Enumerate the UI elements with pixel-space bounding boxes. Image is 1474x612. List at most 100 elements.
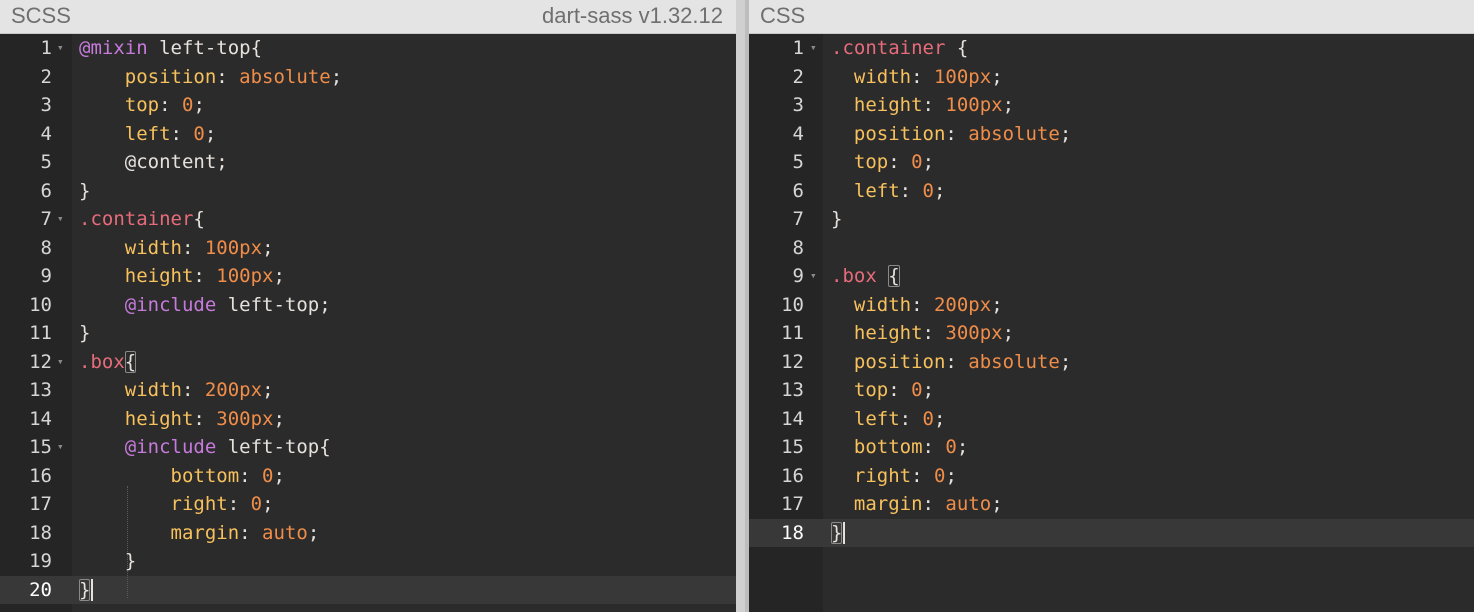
value-token: 0: [922, 407, 934, 430]
plain-token: :: [888, 379, 912, 401]
plain-token: }: [79, 179, 91, 202]
code-line[interactable]: 9 ▾ .box {: [749, 262, 1474, 291]
compiler-version-label[interactable]: dart-sass v1.32.12: [542, 3, 723, 29]
plain-token: :: [911, 464, 934, 487]
plain-token: ;: [1059, 350, 1072, 373]
line-number: 3: [40, 94, 52, 116]
code-text: right: 0;: [79, 490, 274, 519]
property-token: height: [124, 265, 194, 287]
code-line[interactable]: 1 ▾ .container {: [749, 34, 1474, 63]
scss-code-lines[interactable]: 1 ▾ @mixin left-top{2 position: absolute; 3…: [0, 34, 736, 612]
property-token: top: [124, 94, 160, 116]
keyword-token: @mixin: [79, 37, 148, 59]
chevron-down-icon[interactable]: ▾: [57, 433, 64, 462]
code-line[interactable]: 15 bottom: 0;: [749, 433, 1474, 462]
value-token: 0: [262, 464, 274, 487]
plain-token: ;: [204, 122, 217, 145]
scss-pane: SCSS dart-sass v1.32.12 1 ▾ @mixin left-to…: [0, 0, 736, 612]
code-line[interactable]: 17 margin: auto;: [749, 490, 1474, 519]
code-line[interactable]: 12 ▾ .box{: [0, 348, 736, 377]
css-editor[interactable]: 1 ▾ .container {2 width: 100px; 3 height: 1…: [749, 34, 1474, 612]
plain-token: }: [79, 550, 137, 572]
line-number: 11: [29, 322, 52, 344]
code-line[interactable]: 11 height: 300px;: [749, 319, 1474, 348]
code-line[interactable]: 8: [749, 234, 1474, 263]
property-token: width: [124, 236, 182, 259]
code-line[interactable]: 16 bottom: 0;: [0, 462, 736, 491]
chevron-down-icon[interactable]: ▾: [810, 262, 817, 291]
code-line[interactable]: 18 margin: auto;: [0, 519, 736, 548]
code-line[interactable]: 6}: [0, 177, 736, 206]
code-line[interactable]: 2 width: 100px;: [749, 63, 1474, 92]
code-line[interactable]: 7}: [749, 205, 1474, 234]
code-line[interactable]: 4 left: 0;: [0, 120, 736, 149]
matched-bracket: {: [124, 350, 137, 373]
value-token: 100px: [216, 265, 274, 287]
value-token: auto: [945, 493, 992, 515]
code-line[interactable]: 14 height: 300px;: [0, 405, 736, 434]
plain-token: ;: [262, 236, 274, 259]
value-token: 300px: [216, 407, 274, 430]
code-line[interactable]: 20}: [0, 575, 736, 605]
code-line[interactable]: 8 width: 100px;: [0, 234, 736, 263]
property-token: bottom: [853, 436, 923, 458]
chevron-down-icon[interactable]: ▾: [57, 34, 64, 63]
code-text: height: 100px;: [831, 91, 1014, 120]
code-line[interactable]: 13 top: 0;: [749, 376, 1474, 405]
code-line[interactable]: 2 position: absolute;: [0, 63, 736, 92]
plain-token: {: [193, 208, 205, 230]
code-line[interactable]: 15 ▾ @include left-top{: [0, 433, 736, 462]
code-line[interactable]: 19 }: [0, 547, 736, 576]
line-number: 13: [781, 379, 804, 401]
code-line[interactable]: 6 left: 0;: [749, 177, 1474, 206]
matched-bracket: }: [79, 578, 91, 601]
scss-pane-header: SCSS dart-sass v1.32.12: [0, 0, 736, 34]
code-line[interactable]: 17 right: 0;: [0, 490, 736, 519]
plain-token: @content;: [79, 151, 228, 173]
code-line[interactable]: 18}: [749, 518, 1474, 548]
code-line[interactable]: 11}: [0, 319, 736, 348]
plain-token: :: [181, 236, 205, 259]
code-line[interactable]: 4 position: absolute;: [749, 120, 1474, 149]
code-line[interactable]: 3 height: 100px;: [749, 91, 1474, 120]
code-line[interactable]: 1 ▾ @mixin left-top{: [0, 34, 736, 63]
plain-token: :: [216, 65, 240, 88]
chevron-down-icon[interactable]: ▾: [57, 205, 64, 234]
code-line[interactable]: 3 top: 0;: [0, 91, 736, 120]
code-line[interactable]: 10 width: 200px;: [749, 291, 1474, 320]
code-line[interactable]: 10 @include left-top;: [0, 291, 736, 320]
code-text: top: 0;: [79, 91, 205, 120]
matched-bracket: {: [888, 265, 900, 287]
plain-token: :: [888, 151, 912, 173]
property-token: bottom: [170, 464, 240, 487]
code-line[interactable]: 16 right: 0;: [749, 462, 1474, 491]
code-text: top: 0;: [831, 148, 934, 177]
plain-token: ;: [991, 493, 1003, 515]
code-line[interactable]: 9 height: 100px;: [0, 262, 736, 291]
plain-token: ;: [1002, 94, 1015, 116]
property-token: right: [853, 464, 912, 487]
code-line[interactable]: 12 position: absolute;: [749, 348, 1474, 377]
code-line[interactable]: 7 ▾ .container{: [0, 205, 736, 234]
chevron-down-icon[interactable]: ▾: [810, 34, 817, 63]
plain-token: ;: [934, 407, 946, 430]
code-line[interactable]: 5 top: 0;: [749, 148, 1474, 177]
css-code-lines[interactable]: 1 ▾ .container {2 width: 100px; 3 height: 1…: [749, 34, 1474, 612]
plain-token: ;: [273, 265, 285, 287]
value-token: absolute: [239, 65, 331, 88]
scss-editor[interactable]: 1 ▾ @mixin left-top{2 position: absolute; 3…: [0, 34, 736, 612]
code-text: }: [831, 519, 846, 548]
line-number: 5: [40, 151, 52, 173]
property-token: position: [124, 65, 217, 88]
plain-token: :: [193, 407, 217, 430]
code-line[interactable]: 14 left: 0;: [749, 405, 1474, 434]
plain-token: :: [922, 322, 946, 344]
chevron-down-icon[interactable]: ▾: [57, 348, 64, 377]
code-line[interactable]: 5 @content;: [0, 148, 736, 177]
code-line[interactable]: 13 width: 200px;: [0, 376, 736, 405]
matched-bracket: }: [831, 521, 843, 544]
